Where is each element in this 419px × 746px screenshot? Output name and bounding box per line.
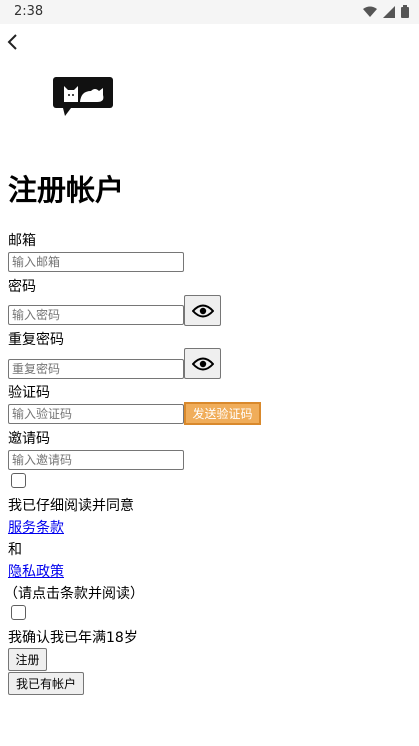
password-label: 密码 [8, 279, 36, 295]
repeat-password-input[interactable] [8, 359, 184, 379]
back-button[interactable] [2, 30, 26, 54]
status-time: 2:38 [14, 4, 44, 19]
invite-label: 邀请码 [8, 431, 50, 447]
privacy-link[interactable]: 隐私政策 [8, 561, 64, 581]
page-title: 注册帐户 [8, 173, 125, 207]
repeat-password-label: 重复密码 [8, 332, 64, 348]
password-input[interactable] [8, 305, 184, 325]
status-icons [363, 5, 409, 22]
age-confirm-text: 我确认我已年满18岁 [8, 630, 138, 646]
hint-text: （请点击条款并阅读） [4, 586, 144, 602]
show-repeat-password-button[interactable] [184, 348, 221, 379]
invite-input[interactable] [8, 450, 184, 470]
code-input[interactable] [8, 404, 184, 424]
terms-link[interactable]: 服务条款 [8, 517, 64, 537]
code-label: 验证码 [8, 385, 50, 401]
app-logo [53, 77, 113, 117]
and-text: 和 [8, 542, 22, 558]
agree-terms-checkbox[interactable] [11, 473, 26, 488]
show-password-button[interactable] [184, 295, 221, 326]
signal-icon [383, 5, 395, 22]
chevron-left-icon [7, 34, 17, 50]
wifi-icon [363, 6, 377, 22]
battery-icon [401, 5, 409, 22]
age-confirm-checkbox[interactable] [11, 605, 26, 620]
email-label: 邮箱 [8, 233, 36, 249]
have-account-button[interactable]: 我已有帐户 [8, 672, 84, 695]
email-input[interactable] [8, 252, 184, 272]
eye-icon [191, 357, 214, 370]
status-bar: 2:38 [0, 0, 419, 24]
agree-text: 我已仔细阅读并同意 [8, 498, 134, 514]
send-code-button[interactable]: 发送验证码 [184, 402, 261, 425]
register-button[interactable]: 注册 [8, 648, 47, 671]
eye-icon [191, 304, 214, 317]
